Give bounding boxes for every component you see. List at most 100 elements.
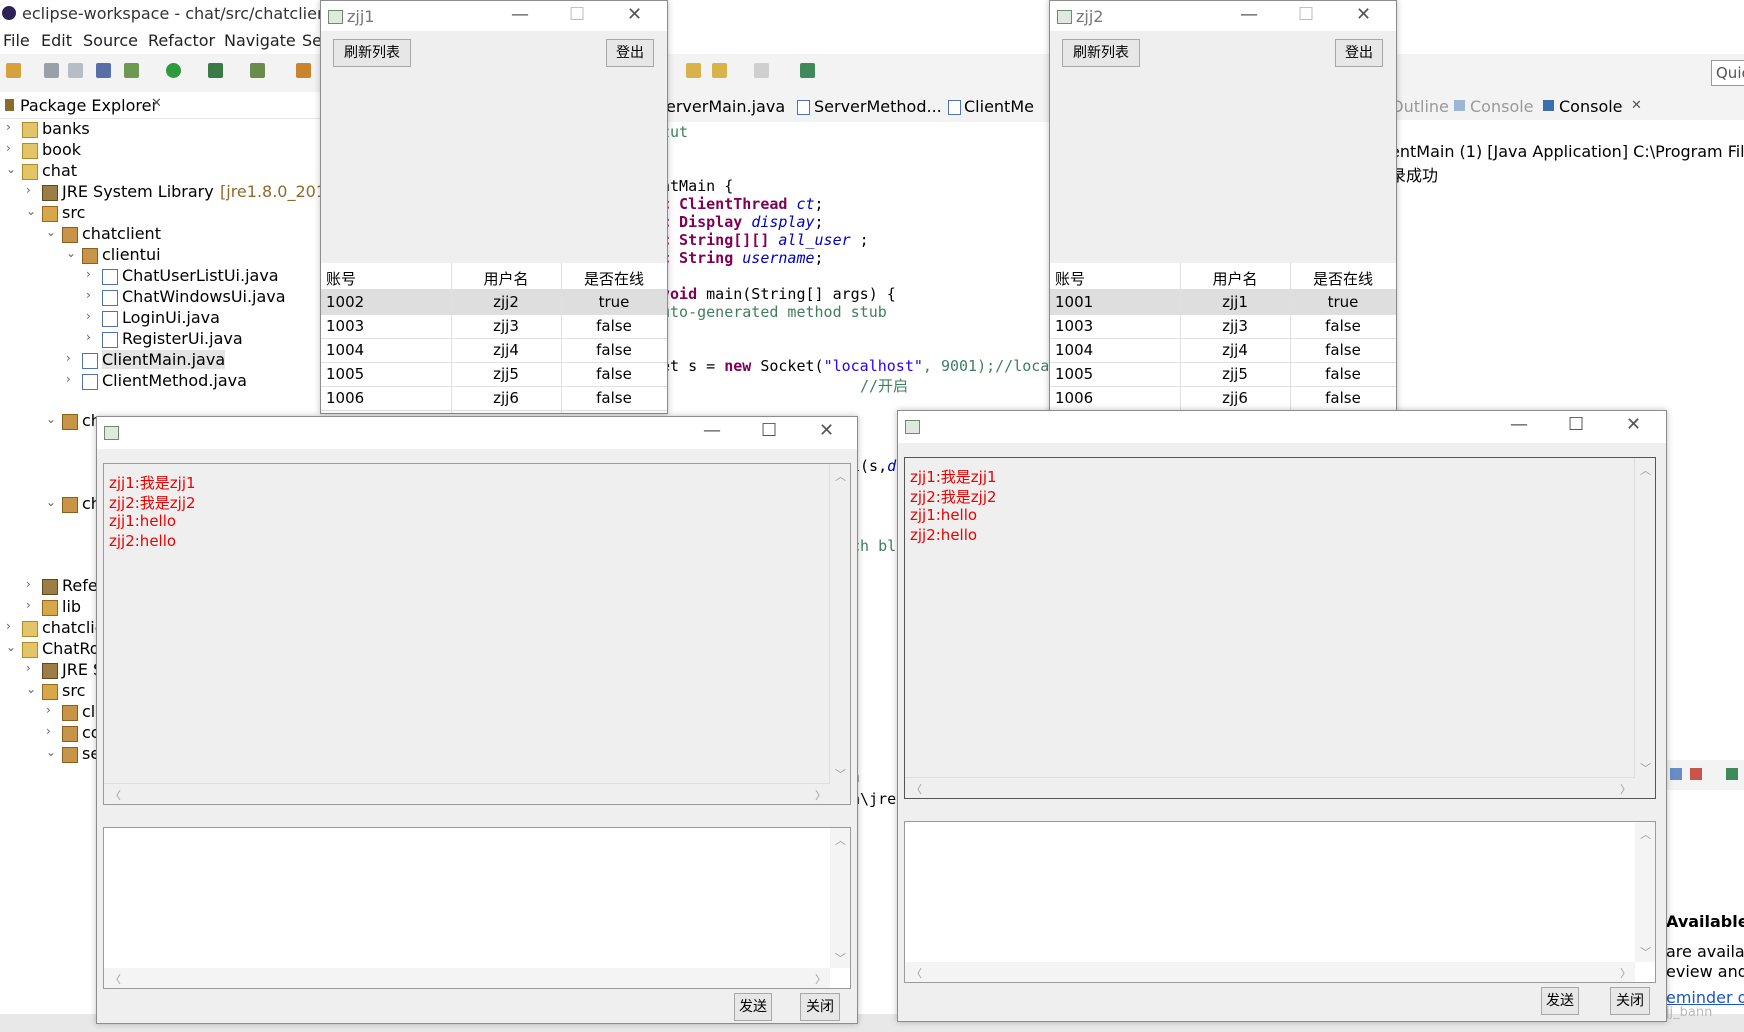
table-row[interactable]: 1004 zjj4 false: [1050, 338, 1396, 363]
menu-navigate[interactable]: Navigate: [224, 31, 296, 50]
skip-breakpoints-icon[interactable]: [96, 63, 111, 78]
chevron-down-icon[interactable]: ⌄: [6, 640, 16, 654]
refresh-list-button[interactable]: 刷新列表: [1062, 39, 1140, 67]
scroll-left-icon[interactable]: 〈: [911, 781, 922, 797]
table-row[interactable]: 1004 zjj4 false: [321, 338, 667, 363]
maximize-button[interactable]: ☐: [569, 4, 585, 25]
close-button[interactable]: ✕: [819, 420, 834, 441]
tab-outline[interactable]: Outline: [1391, 97, 1449, 116]
save-all-icon[interactable]: [68, 63, 83, 78]
column-header-username[interactable]: 用户名: [1180, 268, 1290, 289]
close-button[interactable]: ✕: [1626, 414, 1641, 435]
message-history[interactable]: zjj1:我是zjj1 zjj2:我是zjj2 zjj1:hello zjj2:…: [103, 463, 851, 805]
chevron-right-icon[interactable]: ›: [26, 183, 31, 197]
chevron-down-icon[interactable]: ⌄: [46, 225, 56, 239]
chevron-right-icon[interactable]: ›: [6, 141, 11, 155]
message-history[interactable]: zjj1:我是zjj1 zjj2:我是zjj2 zjj1:hello zjj2:…: [904, 457, 1656, 799]
chevron-right-icon[interactable]: ›: [26, 577, 31, 591]
scroll-right-icon[interactable]: 〉: [815, 971, 826, 987]
scroll-right-icon[interactable]: 〉: [1620, 965, 1631, 981]
horizontal-scrollbar[interactable]: 〈 〉: [905, 962, 1635, 982]
column-header-account[interactable]: 账号: [1055, 268, 1085, 289]
scroll-up-icon[interactable]: ︿: [835, 832, 846, 848]
tab-console-active[interactable]: Console: [1559, 97, 1623, 116]
new-icon[interactable]: [6, 63, 21, 78]
table-row[interactable]: 1006 zjj6 false: [1050, 386, 1396, 411]
menu-file[interactable]: File: [3, 31, 30, 50]
message-input[interactable]: ︿ ﹀ 〈 〉: [103, 827, 851, 989]
table-row[interactable]: 1005 zjj5 false: [1050, 362, 1396, 387]
chevron-down-icon[interactable]: ⌄: [6, 162, 16, 176]
back-icon[interactable]: [712, 63, 727, 78]
scroll-right-icon[interactable]: 〉: [1620, 781, 1631, 797]
chevron-right-icon[interactable]: ›: [6, 120, 11, 134]
logout-button[interactable]: 登出: [606, 39, 654, 67]
vertical-scrollbar[interactable]: ︿ ﹀: [1635, 822, 1655, 962]
column-header-online[interactable]: 是否在线: [561, 268, 667, 289]
vertical-scrollbar[interactable]: ︿ ﹀: [830, 828, 850, 968]
scroll-left-icon[interactable]: 〈: [110, 787, 121, 803]
view-menu-icon[interactable]: [1670, 768, 1682, 780]
table-row[interactable]: 1003 zjj3 false: [321, 314, 667, 339]
send-button[interactable]: 发送: [734, 993, 772, 1021]
forward-icon[interactable]: [754, 63, 769, 78]
scroll-down-icon[interactable]: ﹀: [1640, 944, 1651, 960]
minimize-button[interactable]: —: [703, 420, 721, 441]
tab-servermethod[interactable]: ServerMethod...: [814, 97, 942, 116]
chevron-right-icon[interactable]: ›: [6, 619, 11, 633]
scroll-up-icon[interactable]: ︿: [1640, 826, 1651, 842]
chevron-down-icon[interactable]: ⌄: [66, 246, 76, 260]
scroll-left-icon[interactable]: 〈: [110, 971, 121, 987]
horizontal-scrollbar[interactable]: 〈 〉: [905, 777, 1635, 798]
tab-clientmain[interactable]: ClientMe: [964, 97, 1034, 116]
save-icon[interactable]: [44, 63, 59, 78]
external-tools-icon[interactable]: [250, 63, 265, 78]
menu-refactor[interactable]: Refactor: [148, 31, 215, 50]
pin-editor-icon[interactable]: [800, 63, 815, 78]
maximize-button[interactable]: ☐: [1298, 4, 1314, 25]
menu-source[interactable]: Source: [83, 31, 138, 50]
horizontal-scrollbar[interactable]: 〈 〉: [104, 783, 830, 804]
chevron-right-icon[interactable]: ›: [86, 267, 91, 281]
send-button[interactable]: 发送: [1541, 987, 1579, 1015]
minimize-button[interactable]: —: [511, 4, 529, 25]
tab-console[interactable]: Console: [1470, 97, 1534, 116]
chevron-right-icon[interactable]: ›: [86, 288, 91, 302]
chevron-down-icon[interactable]: ⌄: [46, 412, 56, 426]
close-chat-button[interactable]: 关闭: [1610, 987, 1650, 1015]
debug-icon[interactable]: [124, 63, 139, 78]
chevron-right-icon[interactable]: ›: [86, 309, 91, 323]
tab-servermain[interactable]: erverMain.java: [666, 97, 785, 116]
minimize-button[interactable]: —: [1510, 414, 1528, 435]
column-header-account[interactable]: 账号: [326, 268, 356, 289]
quick-access-field[interactable]: Quic: [1711, 60, 1744, 86]
chevron-down-icon[interactable]: ⌄: [26, 682, 36, 696]
chevron-right-icon[interactable]: ›: [66, 351, 71, 365]
minimize-button[interactable]: —: [1240, 4, 1258, 25]
maximize-button[interactable]: ☐: [1568, 414, 1584, 435]
close-button[interactable]: ✕: [627, 4, 642, 25]
scroll-down-icon[interactable]: ﹀: [835, 950, 846, 966]
run-icon[interactable]: [166, 63, 181, 78]
refresh-list-button[interactable]: 刷新列表: [333, 39, 411, 67]
next-annotation-icon[interactable]: [686, 63, 701, 78]
chevron-down-icon[interactable]: ⌄: [26, 204, 36, 218]
close-icon[interactable]: ✕: [1631, 98, 1642, 113]
scroll-right-icon[interactable]: 〉: [815, 787, 826, 803]
code-editor[interactable]: zut ntMain { c ClientThread ct; c Displa…: [660, 122, 1050, 412]
chevron-right-icon[interactable]: ›: [46, 703, 51, 717]
open-icon[interactable]: [1726, 768, 1738, 780]
message-input[interactable]: ︿ ﹀ 〈 〉: [904, 821, 1656, 983]
chevron-right-icon[interactable]: ›: [26, 661, 31, 675]
horizontal-scrollbar[interactable]: 〈 〉: [104, 968, 830, 988]
column-header-online[interactable]: 是否在线: [1290, 268, 1396, 289]
maximize-button[interactable]: ☐: [761, 420, 777, 441]
table-row[interactable]: 1001 zjj1 true: [1050, 290, 1396, 315]
table-row[interactable]: 1002 zjj2 true: [321, 290, 667, 315]
vertical-scrollbar[interactable]: ︿ ﹀: [829, 464, 850, 784]
close-icon[interactable]: ✕: [151, 96, 162, 111]
menu-search[interactable]: Se: [302, 31, 322, 50]
scroll-left-icon[interactable]: 〈: [911, 965, 922, 981]
chevron-right-icon[interactable]: ›: [86, 330, 91, 344]
logout-button[interactable]: 登出: [1335, 39, 1383, 67]
